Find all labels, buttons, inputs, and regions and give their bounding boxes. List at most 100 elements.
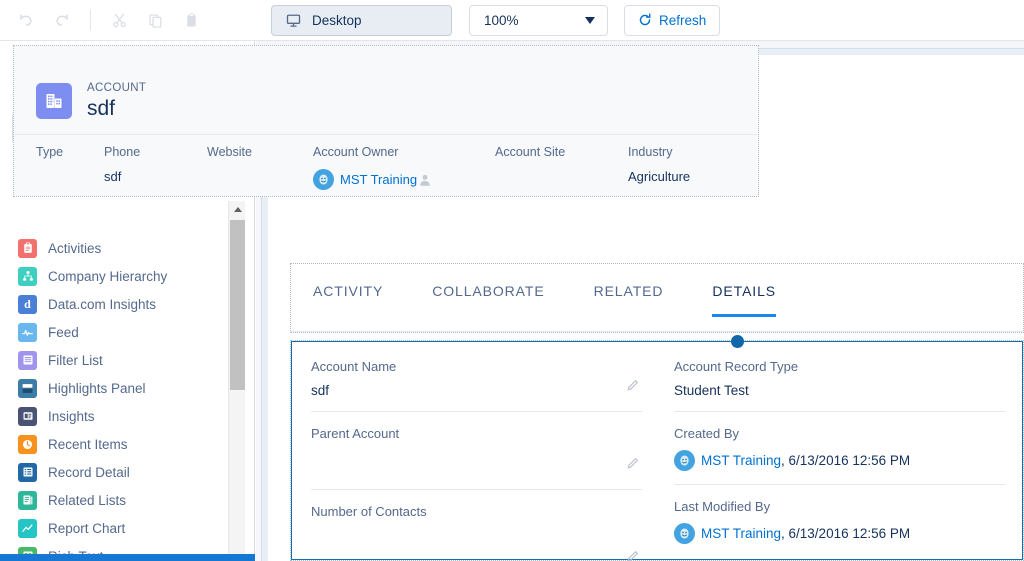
tab-details[interactable]: DETAILS (712, 264, 777, 317)
component-item-label: Recent Items (48, 436, 128, 452)
component-item-record-detail[interactable]: Record Detail (0, 458, 238, 486)
field-created-by: Created By MST Training , 6/13/2016 12:5… (674, 426, 1005, 485)
account-building-icon (36, 83, 72, 119)
field-number-of-contacts: Number of Contacts (311, 504, 642, 561)
field-label: Created By (674, 426, 740, 441)
zoom-level-value: 100% (484, 12, 519, 28)
component-item-filter-list[interactable]: Filter List (0, 346, 238, 374)
component-item-insights[interactable]: Insights (0, 402, 238, 430)
highlight-field-label: Website (207, 145, 252, 159)
user-avatar-icon (313, 169, 334, 190)
component-list: Activities Company Hierarchy d Data.com … (0, 201, 238, 561)
pencil-icon[interactable] (626, 549, 640, 561)
toolbar-divider (90, 10, 91, 30)
highlight-field-phone: Phone sdf (104, 145, 207, 198)
cut-icon[interactable] (106, 7, 132, 33)
chevron-down-icon (585, 16, 595, 24)
pencil-icon[interactable] (626, 378, 640, 397)
component-item-report-chart[interactable]: Report Chart (0, 514, 238, 542)
view-mode-label: Desktop (312, 12, 362, 28)
tab-related[interactable]: RELATED (594, 264, 664, 317)
component-item-related-lists[interactable]: Related Lists (0, 486, 238, 514)
hierarchy-icon (18, 266, 37, 286)
scrollbar-thumb[interactable] (230, 220, 245, 390)
highlights-panel-component[interactable]: ACCOUNT sdf Type Phone sdf Website Accou… (13, 45, 759, 197)
change-owner-icon[interactable] (418, 173, 432, 187)
component-item-recent-items[interactable]: Recent Items (0, 430, 238, 458)
highlight-field-value: Agriculture (628, 169, 691, 184)
insights-icon (18, 406, 37, 426)
report-chart-icon (18, 518, 37, 538)
component-item-highlights-panel[interactable]: Highlights Panel (0, 374, 238, 402)
field-label: Account Name (311, 359, 397, 374)
highlight-field-label: Phone (104, 145, 141, 159)
field-last-modified-by: Last Modified By MST Training , 6/13/201… (674, 499, 1005, 557)
desktop-icon (286, 13, 301, 28)
detail-column-left: Account Name sdf Parent Account Number o… (291, 359, 656, 561)
component-item-label: Feed (48, 324, 79, 340)
component-item-activities[interactable]: Activities (0, 234, 238, 262)
created-by-timestamp: , 6/13/2016 12:56 PM (781, 453, 911, 468)
scroll-up-arrow[interactable] (229, 201, 246, 218)
field-value: sdf (311, 383, 330, 398)
zoom-level-select[interactable]: 100% (469, 4, 608, 36)
field-account-record-type: Account Record Type Student Test (674, 359, 1005, 412)
component-item-label: Company Hierarchy (48, 268, 168, 284)
tabs-component[interactable]: ACTIVITY COLLABORATE RELATED DETAILS (290, 263, 1024, 333)
highlight-field-label: Account Owner (313, 145, 399, 159)
account-owner-link[interactable]: MST Training (340, 172, 417, 187)
highlight-field-account-owner: Account Owner MST Training (313, 145, 495, 198)
component-item-label: Record Detail (48, 464, 130, 480)
redo-icon[interactable] (49, 7, 75, 33)
record-title: sdf (87, 96, 116, 120)
top-toolbar: Desktop 100% Refresh (0, 0, 1024, 41)
datacom-icon: d (18, 294, 37, 314)
field-value: MST Training , 6/13/2016 12:56 PM (674, 523, 1005, 544)
tab-list: ACTIVITY COLLABORATE RELATED DETAILS (291, 264, 1023, 317)
undo-icon[interactable] (13, 7, 39, 33)
component-item-company-hierarchy[interactable]: Company Hierarchy (0, 262, 238, 290)
component-item-label: Filter List (48, 352, 103, 368)
component-item-feed[interactable]: Feed (0, 318, 238, 346)
component-item-label: Insights (48, 408, 95, 424)
highlight-field-account-site: Account Site (495, 145, 628, 198)
highlight-field-website: Website (207, 145, 313, 198)
field-value: MST Training , 6/13/2016 12:56 PM (674, 450, 1005, 471)
feed-wave-icon (18, 322, 37, 342)
field-account-name: Account Name sdf (311, 359, 642, 412)
record-detail-icon (18, 462, 37, 482)
highlight-field-label: Industry (628, 145, 673, 159)
copy-icon[interactable] (142, 7, 168, 33)
component-item-label: Related Lists (48, 492, 127, 508)
refresh-icon (638, 13, 652, 27)
pencil-icon[interactable] (626, 456, 640, 475)
field-label: Account Record Type (674, 359, 799, 374)
user-avatar-icon (674, 450, 695, 471)
highlight-field-type: Type (14, 145, 104, 198)
last-modified-by-user-link[interactable]: MST Training (701, 526, 781, 541)
component-drag-handle[interactable] (731, 335, 744, 348)
sidebar-scrollbar[interactable] (228, 201, 245, 561)
tab-activity[interactable]: ACTIVITY (313, 264, 383, 317)
last-modified-timestamp: , 6/13/2016 12:56 PM (781, 526, 911, 541)
field-label: Number of Contacts (311, 504, 427, 519)
filter-list-icon (18, 350, 37, 370)
created-by-user-link[interactable]: MST Training (701, 453, 781, 468)
related-lists-icon (18, 490, 37, 510)
clock-icon (18, 434, 37, 454)
paste-icon[interactable] (178, 7, 204, 33)
record-object-label: ACCOUNT (87, 81, 147, 94)
field-label: Parent Account (311, 426, 400, 441)
field-value: Student Test (674, 383, 749, 398)
sidebar-bottom-bar (0, 554, 255, 561)
tab-collaborate[interactable]: COLLABORATE (432, 264, 544, 317)
component-item-label: Activities (48, 240, 102, 256)
record-detail-component[interactable]: Account Name sdf Parent Account Number o… (290, 335, 1024, 561)
highlight-field-industry: Industry Agriculture (628, 145, 748, 198)
highlights-field-row: Type Phone sdf Website Account Owner MST… (14, 134, 758, 198)
refresh-button[interactable]: Refresh (624, 4, 721, 36)
highlight-field-label: Account Site (495, 145, 566, 159)
component-item-label: Report Chart (48, 520, 126, 536)
view-mode-desktop-button[interactable]: Desktop (271, 4, 452, 36)
component-item-datacom-insights[interactable]: d Data.com Insights (0, 290, 238, 318)
